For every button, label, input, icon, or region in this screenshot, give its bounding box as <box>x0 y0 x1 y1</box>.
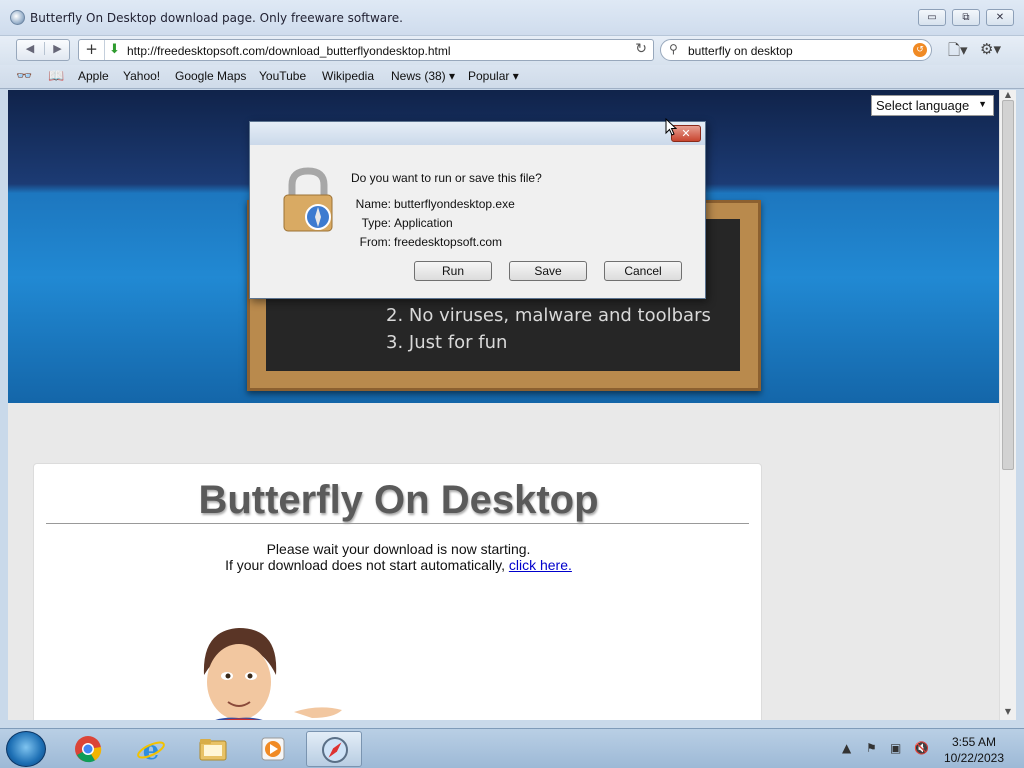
scrollbar-thumb[interactable] <box>1002 100 1014 470</box>
dialog-body: Do you want to run or save this file? Na… <box>250 145 705 298</box>
show-hidden-icons[interactable]: ▲ <box>842 741 851 755</box>
taskbar-safari[interactable] <box>306 731 362 767</box>
history-buttons: ◀ ▶ <box>16 39 70 61</box>
svg-text:e: e <box>143 736 160 763</box>
click-here-link[interactable]: click here. <box>509 557 572 573</box>
forward-arrow-icon[interactable]: ▶ <box>44 42 70 55</box>
gear-icon[interactable]: ⚙▾ <box>980 40 1001 58</box>
file-name-row: Name: butterflyondesktop.exe <box>351 197 515 211</box>
reload-icon[interactable]: ↻ <box>635 41 647 57</box>
address-bar[interactable]: + ⬇ http://freedesktopsoft.com/download_… <box>78 39 654 61</box>
minimize-button[interactable]: ▭ <box>918 9 946 26</box>
search-field[interactable]: ⚲ butterfly on desktop ↺ <box>660 39 932 61</box>
scroll-down-icon[interactable]: ▼ <box>1000 707 1016 716</box>
volume-muted-icon[interactable]: 🔇 <box>914 741 929 755</box>
fallback-message: If your download does not start automati… <box>34 557 763 573</box>
save-button[interactable]: Save <box>509 261 587 281</box>
run-button[interactable]: Run <box>414 261 492 281</box>
windows-taskbar: e ▲ ⚑ ▣ 🔇 3:55 AM 10/22/2023 <box>0 728 1024 768</box>
superhero-mascot-image <box>203 628 342 720</box>
bookmark-youtube[interactable]: YouTube <box>259 69 306 83</box>
file-source-row: From: freedesktopsoft.com <box>351 235 502 249</box>
page-menu-icon[interactable]: 🗋▾ <box>948 40 968 65</box>
file-download-dialog: ✕ Do you want to run or save this file? … <box>249 121 706 299</box>
back-arrow-icon[interactable]: ◀ <box>17 42 43 55</box>
url-text[interactable]: http://freedesktopsoft.com/download_butt… <box>127 44 451 58</box>
board-line: 2. No viruses, malware and toolbars <box>386 305 711 326</box>
board-line: 3. Just for fun <box>386 332 508 353</box>
bookmarks-book-icon[interactable]: 📖 <box>48 69 64 84</box>
wait-message: Please wait your download is now startin… <box>266 541 531 557</box>
bookmark-news[interactable]: News (38) ▾ <box>391 69 455 83</box>
download-card: Butterfly On Desktop Please wait your do… <box>33 463 762 720</box>
internet-explorer-icon: e <box>137 736 165 763</box>
file-type-value: Application <box>394 216 453 230</box>
window-title: Butterfly On Desktop download page. Only… <box>30 11 403 25</box>
chrome-icon <box>75 736 102 763</box>
file-type-key: Type: <box>361 216 391 230</box>
scroll-up-icon[interactable]: ▲ <box>1000 90 1016 99</box>
download-arrow-icon: ⬇ <box>109 42 120 57</box>
action-center-icon[interactable]: ⚑ <box>866 741 877 755</box>
network-icon[interactable]: ▣ <box>890 741 901 755</box>
divider <box>46 523 749 524</box>
page-heading: Butterfly On Desktop <box>198 478 599 522</box>
reading-list-icon[interactable]: 👓 <box>16 69 32 84</box>
file-source-value: freedesktopsoft.com <box>394 235 503 249</box>
clock-time: 3:55 AM <box>951 735 996 749</box>
fallback-prefix: If your download does not start automati… <box>225 557 505 573</box>
mouse-cursor-icon <box>665 118 677 136</box>
start-button[interactable] <box>6 731 46 767</box>
bookmarks-bar: 👓 📖 Apple Yahoo! Google Maps YouTube Wik… <box>0 65 1024 89</box>
bookmark-apple[interactable]: Apple <box>78 69 109 83</box>
browser-title-bar: Butterfly On Desktop download page. Only… <box>0 0 1024 36</box>
cancel-button[interactable]: Cancel <box>604 261 682 281</box>
system-tray: ▲ ⚑ ▣ 🔇 3:55 AM 10/22/2023 <box>834 729 1024 768</box>
safari-icon <box>322 737 348 763</box>
language-select[interactable]: Select language ▼ <box>871 95 994 116</box>
clock[interactable]: 3:55 AM 10/22/2023 <box>944 734 1004 766</box>
clear-search-icon[interactable]: ↺ <box>913 43 927 57</box>
chevron-down-icon: ▼ <box>978 99 987 109</box>
security-lock-icon <box>283 167 333 232</box>
window-close-button[interactable]: ✕ <box>986 9 1014 26</box>
navigation-bar: ◀ ▶ + ⬇ http://freedesktopsoft.com/downl… <box>0 36 1024 65</box>
language-select-label: Select language <box>876 98 970 113</box>
search-query[interactable]: butterfly on desktop <box>688 44 793 58</box>
file-name-value: butterflyondesktop.exe <box>394 197 515 211</box>
taskbar-file-explorer[interactable] <box>185 731 241 767</box>
dialog-title-bar: ✕ <box>250 122 705 145</box>
dialog-question: Do you want to run or save this file? <box>351 171 542 185</box>
media-player-icon <box>261 737 285 761</box>
safari-app-icon <box>10 10 25 25</box>
file-source-key: From: <box>359 235 391 249</box>
restore-button[interactable]: ⧉ <box>952 9 980 26</box>
bookmark-google-maps[interactable]: Google Maps <box>175 69 246 83</box>
taskbar-chrome[interactable] <box>60 731 116 767</box>
search-icon: ⚲ <box>669 42 678 56</box>
add-bookmark-icon[interactable]: + <box>79 40 105 60</box>
clock-date: 10/22/2023 <box>943 751 1004 765</box>
bookmark-wikipedia[interactable]: Wikipedia <box>322 69 374 83</box>
bookmark-popular[interactable]: Popular ▾ <box>468 69 519 83</box>
file-type-row: Type: Application <box>351 216 453 230</box>
bookmark-yahoo[interactable]: Yahoo! <box>123 69 160 83</box>
file-explorer-icon <box>199 739 227 761</box>
page-scrollbar[interactable]: ▲ ▼ <box>999 90 1016 720</box>
taskbar-media-player[interactable] <box>245 731 301 767</box>
file-name-key: Name: <box>355 197 391 211</box>
taskbar-internet-explorer[interactable]: e <box>123 731 179 767</box>
